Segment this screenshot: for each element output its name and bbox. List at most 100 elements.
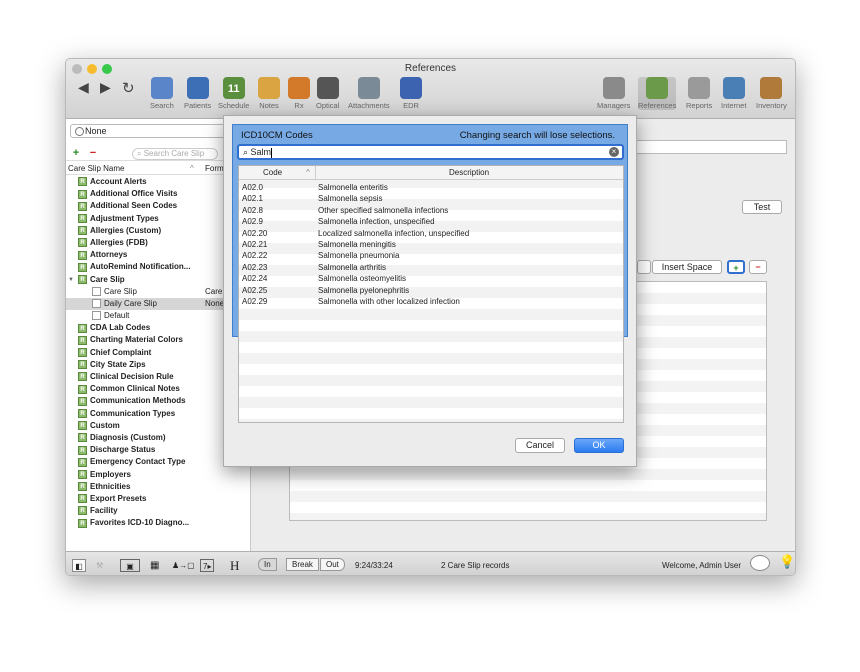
reference-icon: R	[78, 323, 87, 333]
edr-icon	[400, 77, 422, 99]
grid-icon[interactable]: ▦	[150, 559, 159, 572]
list-item-label: Custom	[90, 420, 120, 430]
toolbar-optical-button[interactable]: Optical	[316, 77, 339, 110]
list-item-label: Adjustment Types	[90, 213, 159, 223]
sidebar-add-button[interactable]: +	[69, 148, 83, 160]
code-table-header: Code ^ Description	[239, 166, 623, 180]
toolbar-notes-button[interactable]: Notes	[258, 77, 280, 110]
table-row[interactable]: A02.22 Salmonella pneumonia	[239, 250, 623, 261]
list-item[interactable]: RFavorites ICD-9 Diagnoses	[66, 529, 250, 531]
toolbar-attachments-button[interactable]: Attachments	[348, 77, 390, 110]
reference-icon: R	[78, 201, 87, 211]
list-item-form: Care	[205, 286, 223, 296]
sidebar-remove-button[interactable]: −	[86, 148, 100, 160]
patient-link-icon[interactable]: ♟→▢	[172, 559, 195, 572]
reference-icon: R	[78, 372, 87, 382]
toolbar-edr-button[interactable]: EDR	[400, 77, 422, 110]
column-code[interactable]: Code	[263, 166, 282, 180]
code-results-table[interactable]: Code ^ Description A02.0 Salmonella enter…	[238, 165, 624, 423]
table-row[interactable]: A02.25 Salmonella pyelonephritis	[239, 285, 623, 296]
table-row[interactable]: A02.1 Salmonella sepsis	[239, 193, 623, 204]
code-search-input[interactable]: ⌕ Salm ×	[237, 144, 624, 160]
toolbar-managers-button[interactable]: Managers	[597, 77, 630, 110]
list-item[interactable]: R Export Presets	[66, 493, 250, 505]
description-cell: Other specified salmonella infections	[318, 205, 449, 215]
column-description[interactable]: Description	[449, 166, 489, 180]
reference-icon: R	[78, 518, 87, 528]
ok-button[interactable]: OK	[574, 438, 624, 453]
lightbulb-icon[interactable]: 💡	[779, 555, 795, 568]
partial-button[interactable]	[637, 260, 651, 274]
description-cell: Salmonella pneumonia	[318, 251, 400, 261]
document-icon	[92, 287, 101, 297]
inventory-icon	[760, 77, 783, 99]
list-item-label: Ethnicities	[90, 481, 131, 491]
dialog-header: ICD10CM Codes Changing search will lose …	[241, 129, 619, 143]
search-icon: ⌕	[137, 149, 144, 158]
toolbar-internet-button[interactable]: Internet	[721, 77, 746, 110]
remove-row-button[interactable]: −	[749, 260, 767, 274]
table-row[interactable]: A02.21 Salmonella meningitis	[239, 239, 623, 250]
list-item[interactable]: R Facility	[66, 505, 250, 517]
clear-search-icon[interactable]: ×	[609, 147, 619, 157]
cancel-button[interactable]: Cancel	[515, 438, 565, 453]
list-item[interactable]: R Ethnicities	[66, 481, 250, 493]
forward-arrow-icon[interactable]: ▶	[100, 79, 111, 96]
add-row-button[interactable]: +	[727, 260, 745, 274]
attachments-icon	[357, 77, 380, 99]
notes-icon	[258, 77, 280, 99]
chat-bubble-icon[interactable]	[750, 555, 770, 571]
list-item-label: Discharge Status	[90, 445, 156, 455]
reference-icon: R	[78, 360, 87, 370]
record-count: 2 Care Slip records	[441, 561, 510, 570]
reports-icon	[688, 77, 711, 99]
code-cell: A02.21	[242, 240, 268, 249]
reference-icon: R	[78, 213, 87, 223]
column-divider	[315, 166, 316, 180]
toolbar-schedule-button[interactable]: 11 Schedule	[218, 77, 249, 110]
refresh-icon[interactable]: ↻	[122, 79, 135, 97]
toolbar-rx-button[interactable]: Rx	[288, 77, 310, 110]
toolbar-references-button[interactable]: References	[638, 77, 677, 110]
reference-icon: R	[78, 494, 87, 504]
list-item[interactable]: R Employers	[66, 469, 250, 481]
table-row[interactable]: A02.24 Salmonella osteomyelitis	[239, 273, 623, 284]
calendar-icon: 11	[222, 77, 245, 99]
toolbar-search-button[interactable]: Search	[150, 77, 174, 110]
column-form[interactable]: Form	[205, 163, 224, 175]
code-cell: A02.8	[242, 205, 263, 215]
panel-toggle-icon[interactable]: ◧	[72, 559, 86, 572]
table-row[interactable]: A02.29 Salmonella with other localized in…	[239, 296, 623, 307]
clock-break-button[interactable]: Break	[286, 558, 319, 571]
toolbar-patients-button[interactable]: Patients	[184, 77, 211, 110]
table-row[interactable]: A02.0 Salmonella enteritis	[239, 182, 623, 193]
table-row[interactable]: A02.9 Salmonella infection, unspecified	[239, 216, 623, 227]
tools-icon[interactable]: ⚒	[96, 559, 103, 572]
reference-icon: R	[78, 384, 87, 394]
disclosure-triangle-icon[interactable]: ▼	[68, 274, 74, 286]
back-arrow-icon[interactable]: ◀	[78, 79, 89, 96]
toolbar-reports-button[interactable]: Reports	[686, 77, 712, 110]
sidebar-search-input[interactable]: ⌕ Search Care Slip	[132, 148, 218, 160]
insert-space-button[interactable]: Insert Space	[652, 260, 722, 274]
list-item[interactable]: R Favorites ICD-10 Diagno...	[66, 517, 250, 529]
table-row[interactable]: A02.8 Other specified salmonella infectio…	[239, 205, 623, 216]
clock-out-button[interactable]: Out	[320, 558, 345, 571]
toolbar-inventory-button[interactable]: Inventory	[756, 77, 787, 110]
test-button[interactable]: Test	[742, 200, 782, 214]
list-item-label: Daily Care Slip	[104, 298, 157, 308]
list-item-label: City State Zips	[90, 359, 146, 369]
table-row[interactable]: A02.23 Salmonella arthritis	[239, 262, 623, 273]
column-care-slip-name[interactable]: Care Slip Name	[68, 163, 124, 175]
reference-icon: R	[78, 262, 87, 272]
table-row[interactable]: A02.20 Localized salmonella infection, un…	[239, 228, 623, 239]
detail-text-field[interactable]	[635, 140, 787, 154]
h-button[interactable]: H	[230, 559, 239, 572]
description-cell: Localized salmonella infection, unspecif…	[318, 228, 470, 238]
description-cell: Salmonella sepsis	[318, 194, 383, 204]
clock-in-button[interactable]: In	[258, 558, 277, 571]
magnifier-icon	[150, 77, 173, 99]
none-radio[interactable]: None	[70, 124, 246, 138]
id-card-icon[interactable]: ▣	[120, 559, 140, 572]
calendar-link-icon[interactable]: 7▸	[200, 559, 215, 572]
